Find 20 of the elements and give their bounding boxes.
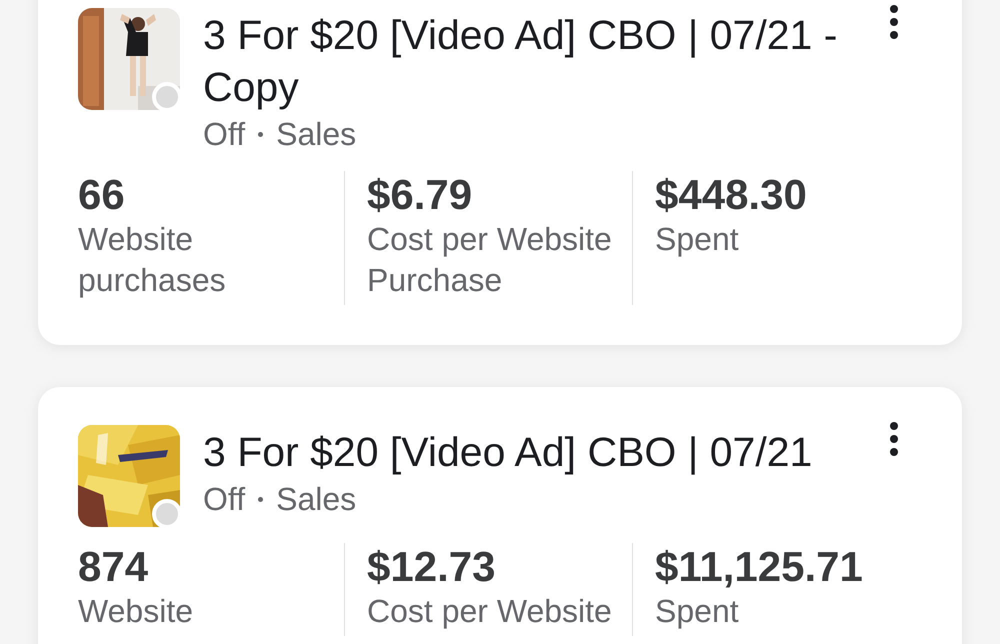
metric-label: Cost per Website (367, 592, 613, 631)
metric-label: Website purchases (78, 220, 227, 300)
metric-value: $6.79 (367, 171, 474, 219)
campaign-title: 3 For $20 [Video Ad] CBO | 07/21 - Copy (203, 11, 838, 112)
metric-value: $12.73 (367, 543, 496, 591)
metric-value: $11,125.71 (655, 543, 864, 591)
campaign-title: 3 For $20 [Video Ad] CBO | 07/21 (203, 428, 814, 477)
status-label: Off (203, 480, 246, 519)
metric-value: 66 (78, 171, 126, 219)
status-label: Off (203, 115, 246, 154)
objective-label: Sales (276, 115, 356, 154)
metric-label: Cost per Website Purchase (367, 220, 613, 300)
metric-label: Spent (655, 592, 740, 631)
metric-value: $448.30 (655, 171, 808, 219)
objective-label: Sales (276, 480, 356, 519)
campaign-card[interactable]: 3 For $20 [Video Ad] CBO | 07/21 Off Sales 874 Website $12.73 Cost per Website $11,125.71 Spent (38, 387, 962, 644)
campaign-card[interactable]: 3 For $20 [Video Ad] CBO | 07/21 - Copy Off Sales 66 Website purchases $6.79 Cost per Website Purchase $448.30 Spent (38, 0, 962, 345)
metric-label: Spent (655, 220, 740, 259)
metric-value: 874 (78, 543, 150, 591)
metric-label: Website (78, 592, 194, 631)
